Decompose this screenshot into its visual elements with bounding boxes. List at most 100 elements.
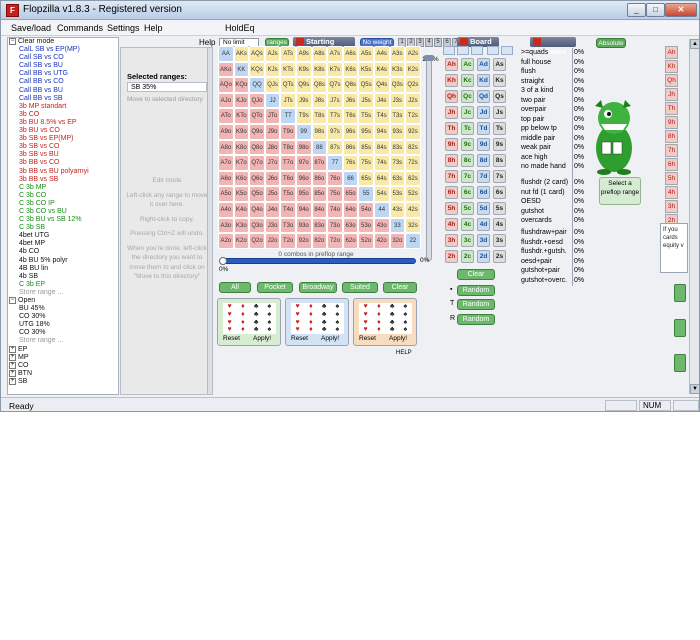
range-list-item[interactable]: 3b BU vs CO bbox=[8, 127, 118, 135]
hand-cell[interactable]: 42o bbox=[373, 233, 390, 249]
hand-cell[interactable]: 99 bbox=[295, 123, 312, 140]
player-card[interactable]: 4h bbox=[665, 186, 678, 199]
suit-icon[interactable]: ♣ bbox=[386, 319, 399, 327]
hand-cell[interactable]: 66 bbox=[342, 170, 359, 187]
hand-cell[interactable]: J2o bbox=[264, 233, 281, 249]
hand-cell[interactable]: T4o bbox=[280, 201, 296, 218]
board-card[interactable]: 8s bbox=[493, 154, 506, 167]
range-folder[interactable]: + MP bbox=[8, 353, 118, 362]
hand-cell[interactable]: Q7o bbox=[249, 155, 265, 171]
board-card[interactable]: 6h bbox=[445, 186, 458, 199]
board-card[interactable]: Jc bbox=[461, 106, 474, 119]
collapse-toggle-icon[interactable]: − bbox=[9, 297, 16, 304]
hand-cell[interactable]: A4s bbox=[373, 46, 390, 62]
hand-cell[interactable]: J7o bbox=[264, 155, 281, 171]
board-card[interactable]: 6d bbox=[477, 186, 490, 199]
hand-cell[interactable]: 76s bbox=[342, 155, 359, 171]
hand-cell[interactable]: A2o bbox=[218, 233, 234, 249]
hand-cell[interactable]: 43s bbox=[389, 201, 406, 218]
suit-icon[interactable]: ♥ bbox=[291, 326, 304, 334]
board-card[interactable]: Qc bbox=[461, 90, 474, 103]
suit-icon[interactable]: ♠ bbox=[399, 319, 412, 327]
hand-cell[interactable]: Q5o bbox=[249, 186, 265, 202]
flop-slot[interactable] bbox=[457, 46, 469, 55]
hand-cell[interactable]: AQo bbox=[218, 77, 234, 93]
board-card[interactable]: 7h bbox=[445, 170, 458, 183]
help-link[interactable]: Help bbox=[199, 38, 215, 47]
suit-reset-button[interactable]: Reset bbox=[291, 335, 308, 342]
suit-icon[interactable]: ♥ bbox=[223, 303, 236, 311]
hand-cell[interactable]: QQ bbox=[249, 77, 265, 93]
board-card[interactable]: Ac bbox=[461, 58, 474, 71]
hand-cell[interactable]: 72s bbox=[405, 155, 421, 171]
right-scrollbar[interactable]: ▲ ▼ bbox=[689, 39, 699, 394]
player-card[interactable]: Ah bbox=[665, 46, 678, 59]
preset-button[interactable]: 4 bbox=[425, 38, 433, 47]
hand-cell[interactable]: J6s bbox=[342, 92, 359, 109]
hand-cell[interactable]: 77 bbox=[327, 155, 343, 171]
suit-selector[interactable]: ♥ ♦ ♣ ♠ ♥ ♦ ♣ ♠ ♥ ♦ ♣ ♠ ♥ ♦ ♣ ♠ bbox=[223, 303, 276, 334]
suit-icon[interactable]: ♥ bbox=[291, 311, 304, 319]
suit-icon[interactable]: ♠ bbox=[331, 311, 344, 319]
hand-cell[interactable]: 53o bbox=[358, 217, 374, 234]
hand-cell[interactable]: 63o bbox=[342, 217, 359, 234]
hand-cell[interactable]: ATs bbox=[280, 46, 296, 62]
maximize-button[interactable]: □ bbox=[646, 3, 665, 17]
right-panel-button[interactable] bbox=[674, 354, 686, 372]
hand-cell[interactable]: QTs bbox=[280, 77, 296, 93]
range-list-item[interactable]: Call BB vs BU bbox=[8, 87, 118, 95]
range-list-item[interactable]: CO 30% bbox=[8, 313, 118, 321]
hand-cell[interactable]: T9o bbox=[280, 123, 296, 140]
range-folder[interactable]: + EP bbox=[8, 345, 118, 354]
board-card[interactable]: Ah bbox=[445, 58, 458, 71]
hand-cell[interactable]: KJs bbox=[264, 61, 281, 78]
suit-icon[interactable]: ♦ bbox=[372, 319, 385, 327]
select-suited-button[interactable]: Suited bbox=[342, 282, 378, 293]
hand-cell[interactable]: JTs bbox=[280, 92, 296, 109]
board-card[interactable]: Kc bbox=[461, 74, 474, 87]
hand-cell[interactable]: 42s bbox=[405, 201, 421, 218]
hand-cell[interactable]: T5s bbox=[358, 108, 374, 124]
suit-icon[interactable]: ♣ bbox=[386, 311, 399, 319]
range-list-item[interactable]: CO 30% bbox=[8, 329, 118, 337]
hand-cell[interactable]: KK bbox=[233, 61, 250, 78]
hand-cell[interactable]: 75o bbox=[327, 186, 343, 202]
hand-cell[interactable]: 83s bbox=[389, 139, 406, 156]
minimize-button[interactable]: _ bbox=[627, 3, 646, 17]
hand-cell[interactable]: A9s bbox=[295, 46, 312, 62]
hand-cell[interactable]: 72o bbox=[327, 233, 343, 249]
suit-icon[interactable]: ♥ bbox=[223, 319, 236, 327]
board-card[interactable]: 3c bbox=[461, 234, 474, 247]
hand-cell[interactable]: J2s bbox=[405, 92, 421, 109]
hand-cell[interactable]: A4o bbox=[218, 201, 234, 218]
suit-apply-button[interactable]: Apply! bbox=[321, 335, 339, 342]
hand-cell[interactable]: 64s bbox=[373, 170, 390, 187]
hand-cell[interactable]: A6s bbox=[342, 46, 359, 62]
absolute-button[interactable]: Absolute bbox=[596, 38, 626, 48]
hand-cell[interactable]: 88 bbox=[311, 139, 328, 156]
suit-icon[interactable]: ♦ bbox=[372, 311, 385, 319]
hand-cell[interactable]: 65s bbox=[358, 170, 374, 187]
suit-icon[interactable]: ♠ bbox=[263, 311, 276, 319]
range-list-item[interactable]: Call BB vs UTG bbox=[8, 70, 118, 78]
hand-cell[interactable]: 32s bbox=[405, 217, 421, 234]
board-card[interactable]: 9d bbox=[477, 138, 490, 151]
hand-cell[interactable]: 97o bbox=[295, 155, 312, 171]
hand-cell[interactable]: 74s bbox=[373, 155, 390, 171]
hand-cell[interactable]: 54s bbox=[373, 186, 390, 202]
range-folder[interactable]: + BTN bbox=[8, 369, 118, 378]
hand-cell[interactable]: Q4s bbox=[373, 77, 390, 93]
range-list-item[interactable]: 3b SB vs CO bbox=[8, 143, 118, 151]
suit-icon[interactable]: ♠ bbox=[263, 326, 276, 334]
suit-icon[interactable]: ♦ bbox=[236, 319, 249, 327]
hand-cell[interactable]: K9o bbox=[233, 123, 250, 140]
board-card[interactable]: Kh bbox=[445, 74, 458, 87]
hand-cell[interactable]: K5s bbox=[358, 61, 374, 78]
random-turn-button[interactable]: Random bbox=[457, 299, 495, 310]
suit-icon[interactable]: ♥ bbox=[223, 326, 236, 334]
hand-cell[interactable]: K3o bbox=[233, 217, 250, 234]
menu-commands[interactable]: Commands bbox=[57, 23, 103, 33]
hand-cell[interactable]: J4s bbox=[373, 92, 390, 109]
range-list-item[interactable]: Call BB vs CO bbox=[8, 78, 118, 86]
range-list-item[interactable]: C 3b CO bbox=[8, 192, 118, 200]
